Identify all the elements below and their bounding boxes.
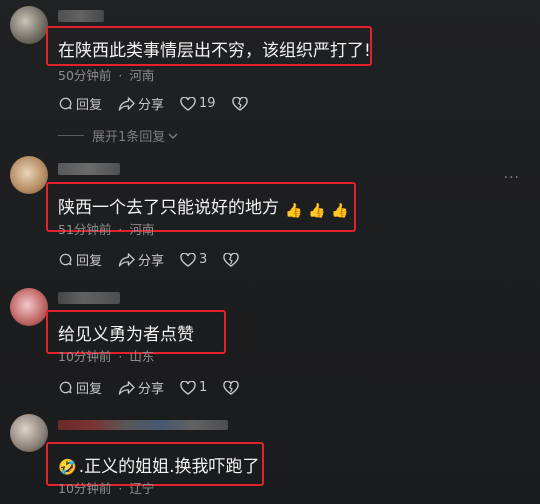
comment-actions: 回复 分享 1 — [58, 378, 258, 397]
broken-heart-icon — [223, 252, 240, 267]
comment-time: 10分钟前 — [58, 481, 112, 496]
comment-meta: 50分钟前 · 河南 — [58, 65, 154, 84]
meta-separator: · — [118, 68, 123, 83]
comment-actions: 回复 分享 3 — [58, 250, 258, 269]
comment-time: 50分钟前 — [58, 68, 112, 83]
comment-text-content: 陕西一个去了只能说好的地方 — [58, 198, 279, 218]
heart-icon — [180, 380, 196, 395]
laughing-emoji: 🤣 — [58, 458, 77, 476]
share-label: 分享 — [138, 98, 165, 113]
meta-separator: · — [118, 481, 123, 496]
username-blurred[interactable] — [58, 292, 120, 304]
avatar[interactable] — [10, 288, 48, 326]
more-options-button[interactable]: ··· — [504, 170, 520, 186]
like-count: 19 — [199, 96, 216, 111]
comment-meta: 51分钟前 · 河南 — [58, 219, 154, 238]
reply-icon — [59, 381, 72, 394]
avatar[interactable] — [10, 6, 48, 44]
username-blurred[interactable] — [58, 163, 120, 175]
comment-meta: 10分钟前 · 山东 — [58, 346, 154, 365]
comment-meta: 10分钟前 · 辽宁 — [58, 478, 154, 497]
share-button[interactable]: 分享 — [118, 378, 164, 397]
comment-actions: 回复 分享 19 — [58, 94, 267, 113]
meta-separator: · — [118, 222, 123, 237]
share-button[interactable]: 分享 — [118, 94, 164, 113]
like-button[interactable]: 3 — [180, 252, 207, 267]
reply-label: 回复 — [76, 254, 103, 269]
reply-button[interactable]: 回复 — [58, 378, 102, 397]
comment-text: 在陕西此类事情层出不穷，该组织严打了! — [58, 41, 371, 61]
reply-icon — [59, 97, 72, 110]
username-blurred[interactable] — [58, 10, 104, 22]
comment-location: 山东 — [129, 349, 155, 364]
avatar[interactable] — [10, 414, 48, 452]
comment-item: ··· 陕西一个去了只能说好的地方 👍 👍 👍 51分钟前 · 河南 回复 分享 3 — [0, 150, 540, 275]
dislike-button[interactable] — [223, 380, 242, 395]
share-icon — [118, 253, 135, 267]
broken-heart-icon — [223, 380, 240, 395]
like-button[interactable]: 1 — [180, 380, 207, 395]
share-label: 分享 — [138, 382, 165, 397]
share-button[interactable]: 分享 — [118, 250, 164, 269]
share-label: 分享 — [138, 254, 165, 269]
comment-item: 给见义勇为者点赞 10分钟前 · 山东 回复 分享 1 — [0, 282, 540, 407]
share-icon — [118, 97, 135, 111]
thumbs-up-emoji: 👍 — [331, 203, 349, 219]
comment-location: 河南 — [129, 68, 155, 83]
comment-text: 给见义勇为者点赞 — [58, 325, 194, 345]
divider — [58, 135, 84, 136]
dislike-button[interactable] — [231, 96, 251, 111]
comment-time: 51分钟前 — [58, 222, 112, 237]
thumbs-up-emoji: 👍 — [285, 203, 303, 219]
dislike-button[interactable] — [223, 252, 242, 267]
reply-button[interactable]: 回复 — [58, 94, 102, 113]
expand-label: 展开1条回复 — [92, 130, 166, 145]
comment-time: 10分钟前 — [58, 349, 112, 364]
heart-icon — [180, 96, 196, 111]
comment-item: 🤣 .正义的姐姐.换我吓跑了 10分钟前 · 辽宁 — [0, 410, 540, 504]
like-count: 3 — [199, 252, 208, 267]
chevron-down-icon — [168, 133, 178, 139]
comment-item: 在陕西此类事情层出不穷，该组织严打了! 50分钟前 · 河南 回复 分享 19 … — [0, 0, 540, 150]
meta-separator: · — [118, 349, 123, 364]
broken-heart-icon — [231, 96, 248, 111]
comment-text: 🤣 .正义的姐姐.换我吓跑了 — [58, 452, 260, 477]
username-blurred[interactable] — [58, 420, 228, 430]
comment-location: 辽宁 — [129, 481, 155, 496]
comment-text-content: .正义的姐姐.换我吓跑了 — [78, 457, 260, 477]
reply-label: 回复 — [76, 98, 103, 113]
avatar[interactable] — [10, 156, 48, 194]
comment-text: 陕西一个去了只能说好的地方 👍 👍 👍 — [58, 193, 348, 220]
like-button[interactable]: 19 — [180, 96, 216, 111]
reply-icon — [59, 253, 72, 266]
share-icon — [118, 381, 135, 395]
reply-label: 回复 — [76, 382, 103, 397]
expand-replies-button[interactable]: 展开1条回复 — [58, 126, 179, 145]
thumbs-up-emoji: 👍 — [308, 203, 326, 219]
heart-icon — [180, 252, 196, 267]
comment-location: 河南 — [129, 222, 155, 237]
reply-button[interactable]: 回复 — [58, 250, 102, 269]
like-count: 1 — [199, 380, 208, 395]
